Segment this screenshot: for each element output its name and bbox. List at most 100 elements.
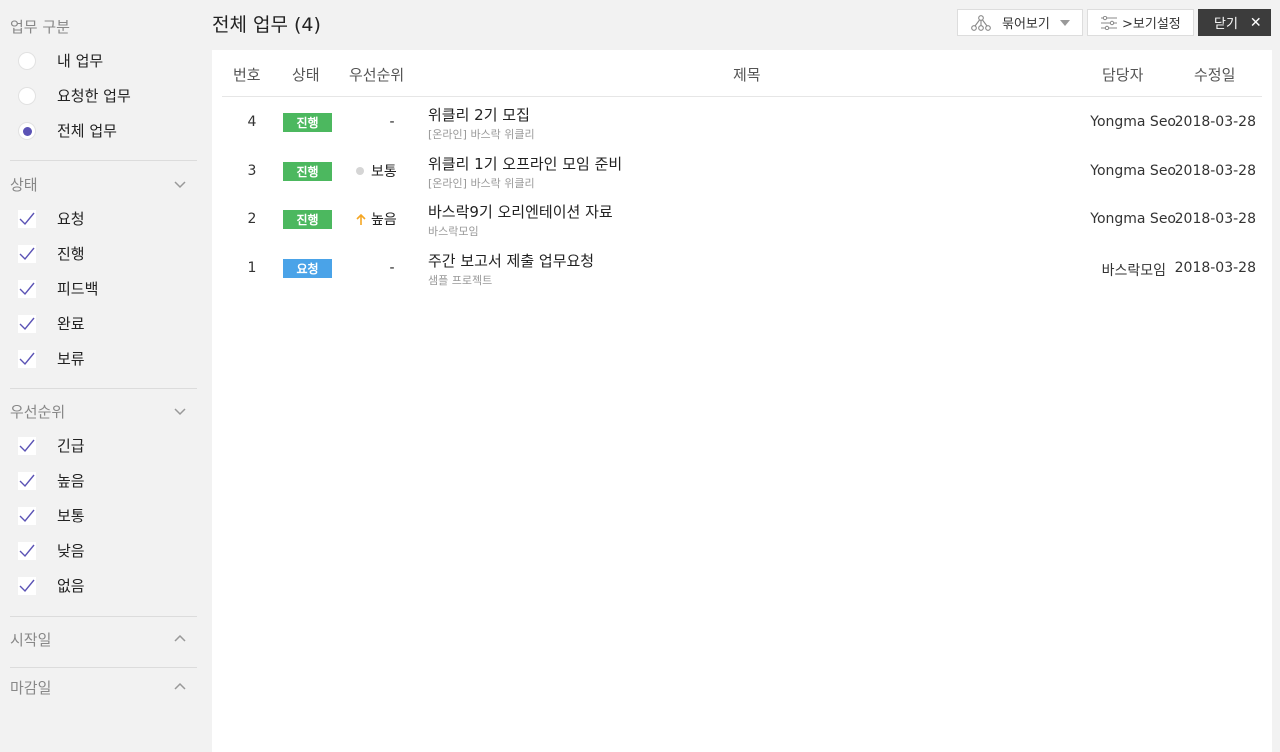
task-modified-date: 2018-03-28	[1174, 114, 1256, 130]
check-icon	[19, 509, 35, 522]
caret-down-icon	[1059, 19, 1070, 26]
work-type-section: 업무 구분 내 업무 요청한 업무 전체 업무	[0, 14, 212, 148]
settings-sliders-icon	[1101, 15, 1117, 30]
status-section: 상태 요청 진행 피드백 완료 보류	[0, 172, 212, 376]
priority-value: -	[389, 114, 395, 130]
start-date-section: 시작일	[0, 627, 212, 651]
due-date-section: 마감일	[0, 675, 212, 699]
column-header-assignee[interactable]: 담당자	[1102, 64, 1143, 85]
task-assignee: Yongma Seo	[1090, 211, 1176, 227]
task-project: 샘플 프로젝트	[428, 274, 493, 287]
work-type-title: 업무 구분	[10, 17, 70, 36]
status-filter-done[interactable]: 완료	[8, 306, 212, 341]
task-project: [온라인] 바스락 위클리	[428, 177, 535, 190]
task-modified-date: 2018-03-28	[1174, 163, 1256, 179]
chevron-down-icon[interactable]	[173, 404, 187, 418]
status-badge: 진행	[283, 113, 332, 132]
work-type-option-mine[interactable]: 내 업무	[8, 43, 212, 78]
table-row[interactable]: 1 요청 - 주간 보고서 제출 업무요청 샘플 프로젝트 바스락모임 2018…	[222, 244, 1262, 293]
checkbox[interactable]	[18, 349, 36, 368]
priority-normal-dot-icon	[356, 167, 364, 175]
check-icon	[19, 282, 35, 295]
due-date-section-header[interactable]: 마감일	[0, 675, 212, 699]
task-project: 바스락모임	[428, 225, 479, 238]
status-filter-progress[interactable]: 진행	[8, 236, 212, 271]
row-number: 1	[247, 260, 257, 276]
task-assignee: 바스락모임	[1101, 263, 1166, 279]
column-header-status[interactable]: 상태	[292, 64, 320, 85]
task-assignee: Yongma Seo	[1090, 163, 1176, 179]
column-header-number[interactable]: 번호	[233, 64, 261, 85]
radio-button[interactable]	[18, 51, 36, 70]
checkbox[interactable]	[18, 506, 36, 525]
checkbox[interactable]	[18, 244, 36, 263]
table-row[interactable]: 3 진행 보통 위클리 1기 오프라인 모임 준비 [온라인] 바스락 위클리 …	[222, 147, 1262, 196]
filter-sidebar: 업무 구분 내 업무 요청한 업무 전체 업무 상태 요청 진행 피드백 완료 …	[0, 0, 212, 752]
checkbox[interactable]	[18, 471, 36, 490]
column-header-title[interactable]: 제목	[733, 64, 761, 85]
divider	[10, 616, 197, 617]
column-header-priority[interactable]: 우선순위	[349, 64, 404, 85]
check-icon	[19, 352, 35, 365]
task-modified-date: 2018-03-28	[1174, 260, 1256, 276]
column-header-modified[interactable]: 수정일	[1194, 64, 1235, 85]
chevron-down-icon[interactable]	[173, 177, 187, 191]
checkbox[interactable]	[18, 436, 36, 455]
priority-filter-low[interactable]: 낮음	[8, 533, 212, 568]
priority-filter-high[interactable]: 높음	[8, 463, 212, 498]
check-icon	[19, 439, 35, 452]
radio-button[interactable]	[18, 86, 36, 105]
task-assignee: Yongma Seo	[1090, 114, 1176, 130]
task-modified-date: 2018-03-28	[1174, 211, 1256, 227]
chevron-up-icon[interactable]	[173, 632, 187, 646]
checkbox[interactable]	[18, 314, 36, 333]
check-icon	[19, 544, 35, 557]
priority-value: 보통	[356, 161, 406, 181]
row-number: 4	[247, 114, 257, 130]
priority-section-header[interactable]: 우선순위	[0, 399, 212, 423]
checkbox[interactable]	[18, 279, 36, 298]
checkbox[interactable]	[18, 576, 36, 595]
table-header: 번호 상태 우선순위 제목 담당자 수정일	[222, 50, 1262, 97]
table-row[interactable]: 4 진행 - 위클리 2기 모집 [온라인] 바스락 위클리 Yongma Se…	[222, 98, 1262, 147]
check-icon	[19, 317, 35, 330]
row-number: 2	[247, 211, 257, 227]
task-table-panel: 번호 상태 우선순위 제목 담당자 수정일 4 진행 - 위클리 2기 모집 […	[212, 50, 1272, 752]
status-filter-feedback[interactable]: 피드백	[8, 271, 212, 306]
chevron-up-icon[interactable]	[173, 680, 187, 694]
group-tree-icon	[971, 14, 991, 31]
group-view-button[interactable]: 묶어보기	[957, 9, 1083, 36]
table-row[interactable]: 2 진행 높음 바스락9기 오리엔테이션 자료 바스락모임 Yongma Seo…	[222, 195, 1262, 244]
divider	[10, 160, 197, 161]
task-title[interactable]: 위클리 2기 모집	[428, 104, 530, 125]
priority-value: 높음	[356, 209, 406, 229]
work-type-option-requested[interactable]: 요청한 업무	[8, 78, 212, 113]
priority-value: -	[389, 260, 395, 276]
row-number: 3	[247, 163, 257, 179]
check-icon	[19, 247, 35, 260]
check-icon	[19, 579, 35, 592]
task-title[interactable]: 위클리 1기 오프라인 모임 준비	[428, 153, 622, 174]
task-title[interactable]: 바스락9기 오리엔테이션 자료	[428, 201, 613, 222]
close-button[interactable]: 닫기 ✕	[1198, 9, 1271, 36]
status-badge: 진행	[283, 210, 332, 229]
priority-section: 우선순위 긴급 높음 보통 낮음 없음	[0, 399, 212, 603]
arrow-up-icon	[356, 213, 366, 225]
status-badge: 요청	[283, 259, 332, 278]
priority-filter-urgent[interactable]: 긴급	[8, 428, 212, 463]
priority-filter-none[interactable]: 없음	[8, 568, 212, 603]
checkbox[interactable]	[18, 209, 36, 228]
task-title[interactable]: 주간 보고서 제출 업무요청	[428, 250, 594, 271]
priority-filter-normal[interactable]: 보통	[8, 498, 212, 533]
check-icon	[19, 212, 35, 225]
status-section-header[interactable]: 상태	[0, 172, 212, 196]
status-filter-hold[interactable]: 보류	[8, 341, 212, 376]
view-settings-button[interactable]: >보기설정	[1087, 9, 1194, 36]
checkbox[interactable]	[18, 541, 36, 560]
radio-button-selected[interactable]	[18, 121, 36, 140]
start-date-section-header[interactable]: 시작일	[0, 627, 212, 651]
close-icon: ✕	[1249, 14, 1262, 31]
work-type-option-all[interactable]: 전체 업무	[8, 113, 212, 148]
status-filter-request[interactable]: 요청	[8, 201, 212, 236]
check-icon	[19, 474, 35, 487]
